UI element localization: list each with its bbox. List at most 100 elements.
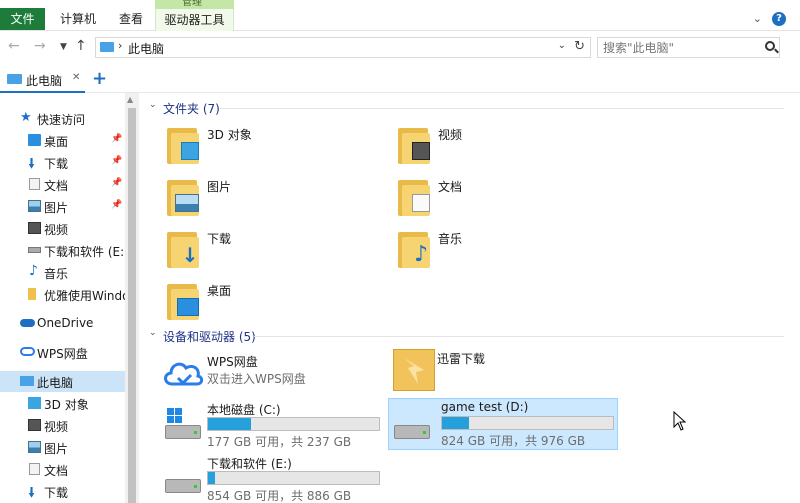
folders-section-header[interactable]: ⌄ 文件夹 (7) (140, 98, 784, 118)
device-xunlei[interactable]: 迅雷下载 (390, 349, 620, 401)
refresh-icon[interactable]: ↻ (574, 39, 585, 54)
sidebar-item-videos[interactable]: 视频 (0, 415, 125, 436)
download-icon: ↓ (165, 228, 205, 270)
drive-c[interactable]: 本地磁盘 (C:) 177 GB 可用，共 237 GB (160, 400, 390, 452)
drive-e[interactable]: 下载和软件 (E:) 854 GB 可用，共 886 GB (160, 454, 390, 503)
section-divider (254, 336, 784, 337)
sidebar-item-label: 图片 (44, 201, 69, 215)
close-icon[interactable]: ✕ (72, 72, 80, 83)
sidebar-item-music[interactable]: ♪ 音乐 (0, 262, 125, 283)
drive-usage-fill (208, 472, 215, 484)
tab-view[interactable]: 查看 (119, 8, 143, 30)
this-pc-icon (100, 42, 114, 52)
expand-ribbon-icon[interactable]: ⌄ (753, 12, 762, 26)
new-tab-button[interactable]: + (92, 68, 107, 89)
pin-icon[interactable]: 📌 (111, 178, 122, 188)
folder-documents[interactable]: 文档 (396, 176, 616, 222)
this-pc-icon (20, 376, 34, 386)
folder-music[interactable]: ♪ 音乐 (396, 228, 616, 274)
folder-pictures[interactable]: 图片 (165, 176, 385, 222)
sidebar-item-downloads[interactable]: 🠛 下载 (0, 481, 125, 502)
sidebar-item-label: 优雅使用Windows (44, 289, 125, 303)
tab-computer[interactable]: 计算机 (60, 8, 96, 30)
folder-3d-objects[interactable]: 3D 对象 (165, 124, 385, 170)
sidebar-item-onedrive[interactable]: OneDrive (0, 313, 125, 334)
pin-icon[interactable]: 📌 (111, 156, 122, 166)
sidebar-item-folder[interactable]: 优雅使用Windows (0, 284, 125, 305)
sidebar-item-videos[interactable]: 视频 (0, 218, 125, 239)
section-title: 文件夹 (7) (163, 102, 220, 116)
sidebar-item-drive-e[interactable]: 下载和软件 (E:) (0, 240, 125, 261)
scroll-up-icon[interactable]: ▲ (127, 95, 133, 104)
sidebar-item-label: 下载 (44, 157, 69, 171)
ribbon: 管理 文件 计算机 查看 驱动器工具 ⌄ ? (0, 0, 800, 31)
forward-arrow-icon[interactable]: → (34, 38, 46, 54)
xunlei-folder-icon (393, 349, 435, 391)
sidebar-item-label: WPS网盘 (37, 347, 88, 361)
sidebar-item-documents[interactable]: 文档 📌 (0, 174, 125, 195)
sidebar-item-quick-access[interactable]: ★ 快速访问 (0, 108, 125, 129)
folder-videos[interactable]: 视频 (396, 124, 616, 170)
sidebar-item-wps[interactable]: WPS网盘 (0, 342, 125, 363)
recent-locations-chevron-icon[interactable]: ▼ (60, 42, 67, 52)
sidebar-item-downloads[interactable]: 🠛 下载 📌 (0, 152, 125, 173)
this-pc-icon (7, 74, 22, 84)
desktop-icon (165, 280, 205, 322)
folder-label: 桌面 (207, 284, 232, 298)
device-wps-cloud[interactable]: WPS网盘 双击进入WPS网盘 (160, 352, 390, 404)
sidebar-item-label: 文档 (44, 179, 69, 193)
scrollbar-thumb[interactable] (128, 108, 136, 503)
folder-desktop[interactable]: 桌面 (165, 280, 385, 326)
drive-label: game test (D:) (441, 400, 529, 414)
sidebar-item-pictures[interactable]: 图片 📌 (0, 196, 125, 217)
sidebar-item-3d-objects[interactable]: 3D 对象 (0, 393, 125, 414)
system-drive-icon (165, 408, 201, 440)
up-arrow-icon[interactable]: ↑ (75, 38, 87, 54)
pictures-icon (165, 176, 205, 218)
address-bar[interactable]: › 此电脑 ⌄ ↻ (95, 37, 591, 58)
device-label: 迅雷下载 (437, 352, 486, 366)
pin-icon[interactable]: 📌 (111, 200, 122, 210)
help-icon[interactable]: ? (772, 12, 786, 26)
drive-icon (28, 247, 41, 253)
sidebar-item-this-pc[interactable]: 此电脑 (0, 371, 125, 392)
sidebar-scrollbar[interactable]: ▲ (125, 93, 139, 503)
sidebar-item-pictures[interactable]: 图片 (0, 437, 125, 458)
address-dropdown-icon[interactable]: ⌄ (558, 40, 566, 51)
windows-logo-icon (167, 408, 183, 424)
sidebar-item-label: 下载 (44, 486, 69, 500)
drive-usage-bar (207, 417, 380, 431)
drive-usage-bar (207, 471, 380, 485)
tab-file[interactable]: 文件 (0, 8, 45, 30)
sidebar-item-label: 视频 (44, 223, 69, 237)
devices-section-header[interactable]: ⌄ 设备和驱动器 (5) (140, 326, 784, 346)
collapse-chevron-icon[interactable]: ⌄ (149, 100, 157, 110)
search-input[interactable] (598, 38, 756, 57)
drive-space-text: 824 GB 可用，共 976 GB (441, 434, 586, 448)
video-icon (28, 419, 41, 431)
drive-space-text: 854 GB 可用，共 886 GB (207, 489, 352, 503)
search-icon[interactable] (765, 41, 775, 51)
breadcrumb-separator-icon[interactable]: › (118, 39, 122, 52)
context-header-label: 管理 (182, 0, 202, 8)
section-title: 设备和驱动器 (5) (163, 330, 256, 344)
address-path[interactable]: 此电脑 (128, 40, 164, 57)
drive-label: 下载和软件 (E:) (207, 457, 292, 471)
sidebar-item-documents[interactable]: 文档 (0, 459, 125, 480)
document-tab-bar: 此电脑 ✕ + (0, 66, 800, 93)
search-box[interactable] (597, 37, 780, 58)
pin-icon[interactable]: 📌 (111, 134, 122, 144)
3d-objects-icon (165, 124, 205, 166)
drive-d[interactable]: game test (D:) 824 GB 可用，共 976 GB (388, 398, 618, 450)
desktop-icon (28, 134, 41, 146)
tab-drive-tools[interactable]: 驱动器工具 (155, 9, 234, 31)
folder-label: 下载 (207, 232, 232, 246)
folder-downloads[interactable]: ↓ 下载 (165, 228, 385, 274)
device-subtitle: 双击进入WPS网盘 (207, 372, 306, 386)
collapse-chevron-icon[interactable]: ⌄ (149, 328, 157, 338)
mouse-cursor-icon (673, 411, 687, 431)
video-icon (396, 124, 436, 166)
sidebar-item-desktop[interactable]: 桌面 📌 (0, 130, 125, 151)
tab-this-pc[interactable]: 此电脑 ✕ (0, 66, 85, 93)
back-arrow-icon[interactable]: ← (8, 38, 20, 54)
